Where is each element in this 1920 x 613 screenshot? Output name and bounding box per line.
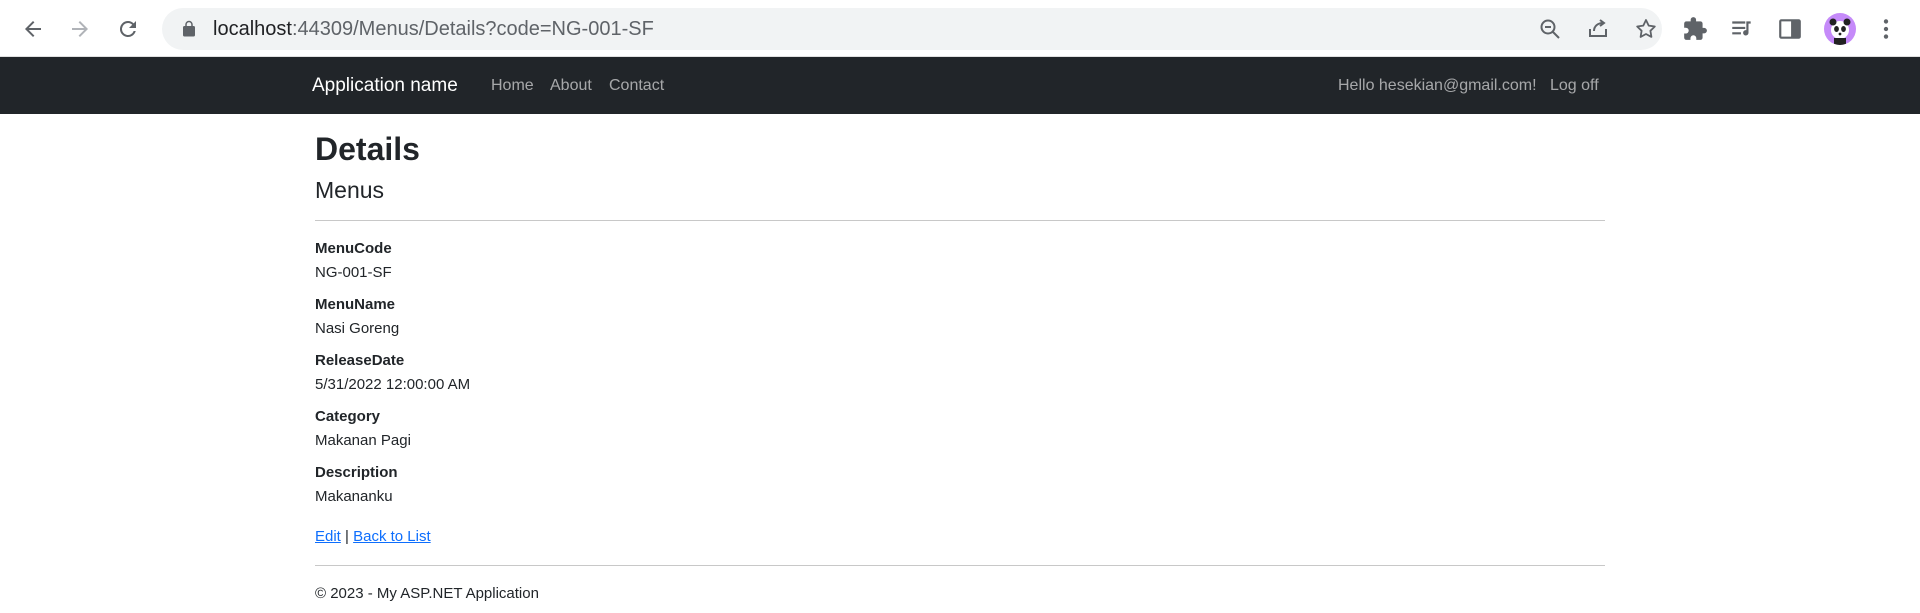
media-button[interactable] xyxy=(1729,16,1755,42)
field-value-releasedate: 5/31/2022 12:00:00 AM xyxy=(315,376,471,393)
page-title: Details xyxy=(315,131,420,167)
extensions-button[interactable] xyxy=(1682,16,1708,42)
app-navbar: Application name Home About Contact Hell… xyxy=(0,57,1920,114)
bookmark-button[interactable] xyxy=(1634,17,1658,41)
side-panel-button[interactable] xyxy=(1777,16,1803,42)
field-value-category: Makanan Pagi xyxy=(315,432,411,449)
browser-menu-button[interactable] xyxy=(1873,16,1899,42)
back-to-list-link[interactable]: Back to List xyxy=(353,528,431,545)
field-label-releasedate: ReleaseDate xyxy=(315,352,405,369)
url-text: localhost:44309/Menus/Details?code=NG-00… xyxy=(213,18,654,41)
field-value-menuname: Nasi Goreng xyxy=(315,320,400,337)
nav-link-about[interactable]: About xyxy=(550,77,592,95)
field-label-category: Category xyxy=(315,408,381,425)
field-label-menuname: MenuName xyxy=(315,296,396,313)
url-path: :44309/Menus/Details?code=NG-001-SF xyxy=(291,18,654,40)
more-vert-icon xyxy=(1883,19,1889,39)
playlist-music-icon xyxy=(1732,21,1751,36)
profile-avatar[interactable] xyxy=(1824,13,1856,45)
logoff-link[interactable]: Log off xyxy=(1550,77,1599,95)
back-button[interactable] xyxy=(16,12,50,46)
edit-link[interactable]: Edit xyxy=(315,528,341,545)
lock-icon xyxy=(183,20,195,37)
divider xyxy=(315,220,1605,221)
reload-button[interactable] xyxy=(111,12,145,46)
arrow-left-icon xyxy=(25,21,41,37)
field-value-description: Makananku xyxy=(315,488,393,505)
zoom-button[interactable] xyxy=(1538,17,1562,41)
entity-title: Menus xyxy=(315,177,385,203)
user-greeting-link[interactable]: Hello hesekian@gmail.com! xyxy=(1338,77,1537,95)
share-icon xyxy=(1589,19,1607,37)
side-panel-icon xyxy=(1779,19,1801,39)
reload-icon xyxy=(119,20,136,37)
puzzle-icon xyxy=(1684,17,1707,40)
footer-divider xyxy=(315,565,1605,566)
star-icon xyxy=(1636,19,1656,38)
url-host: localhost xyxy=(213,18,292,40)
arrow-right-icon xyxy=(72,21,88,37)
field-value-menucode: NG-001-SF xyxy=(315,264,392,281)
forward-button[interactable] xyxy=(63,12,97,46)
action-links: Edit | Back to List xyxy=(315,528,431,545)
panda-avatar-icon xyxy=(1829,18,1851,45)
footer-text: © 2023 - My ASP.NET Application xyxy=(315,585,539,602)
share-button[interactable] xyxy=(1586,17,1610,41)
field-label-description: Description xyxy=(315,464,398,481)
browser-toolbar: localhost:44309/Menus/Details?code=NG-00… xyxy=(0,0,1920,57)
nav-link-home[interactable]: Home xyxy=(491,77,534,95)
nav-link-contact[interactable]: Contact xyxy=(609,77,664,95)
address-bar[interactable]: localhost:44309/Menus/Details?code=NG-00… xyxy=(162,8,1662,50)
field-label-menucode: MenuCode xyxy=(315,240,392,257)
brand-link[interactable]: Application name xyxy=(312,75,458,97)
link-separator: | xyxy=(345,528,349,545)
zoom-out-icon xyxy=(1540,19,1560,39)
